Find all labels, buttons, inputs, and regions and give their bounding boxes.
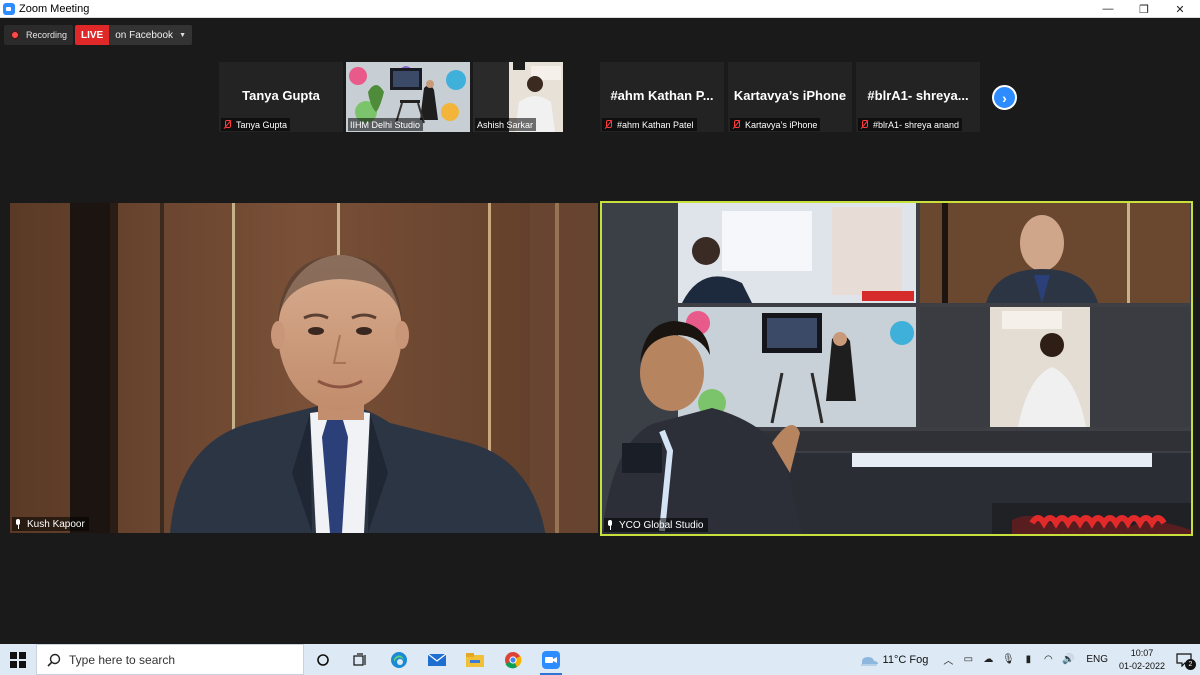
chrome-button[interactable] (494, 644, 532, 675)
mic-icon (14, 519, 23, 529)
participant-thumbnail[interactable]: Kartavya’s iPhone Kartavya’s iPhone (728, 62, 852, 132)
task-view-button[interactable] (342, 644, 380, 675)
participant-label: Tanya Gupta (221, 118, 291, 131)
chrome-icon (505, 651, 522, 668)
taskbar: Type here to search 11°C Fog ︿ ▭ ☁ 🎙 ▮ ◠… (0, 644, 1200, 675)
chevron-up-icon[interactable]: ︿ (941, 653, 955, 667)
cortana-button[interactable] (304, 644, 342, 675)
live-destination-dropdown[interactable]: on Facebook ▼ (109, 25, 192, 45)
participant-label: IIHM Delhi Studio (348, 118, 424, 131)
video-name-label: YCO Global Studio (604, 518, 708, 532)
participant-video (602, 203, 1191, 534)
zoom-icon (542, 650, 560, 669)
participant-label-text: #blrA1- shreya anand (873, 119, 960, 130)
mic-icon (606, 520, 615, 530)
participant-label: #ahm Kathan Patel (602, 118, 697, 131)
mic-muted-icon (223, 119, 232, 130)
windows-logo-icon (10, 651, 26, 668)
mail-icon (428, 653, 446, 666)
search-placeholder: Type here to search (69, 652, 176, 667)
recording-indicator[interactable]: Recording (4, 25, 74, 45)
taskbar-search-input[interactable]: Type here to search (36, 644, 304, 675)
chevron-right-icon: › (1002, 89, 1007, 106)
battery-icon[interactable]: ▮ (1021, 653, 1035, 667)
edge-icon (391, 651, 407, 668)
system-tray: 11°C Fog ︿ ▭ ☁ 🎙 ▮ ◠ 🔊 ENG 10:07 01-02-2… (859, 644, 1200, 675)
input-language[interactable]: ENG (1086, 654, 1108, 665)
video-name-text: YCO Global Studio (619, 519, 704, 531)
caret-down-icon: ▼ (179, 31, 186, 39)
meeting-stage: Recording LIVE on Facebook ▼ Tanya Gupta… (0, 18, 1200, 644)
participant-label-text: IIHM Delhi Studio (350, 119, 421, 130)
volume-icon[interactable]: 🔊 (1061, 653, 1075, 667)
close-button[interactable]: ✕ (1162, 0, 1198, 18)
zoom-app-icon (3, 2, 15, 15)
file-explorer-button[interactable] (456, 644, 494, 675)
mic-muted-icon (732, 119, 741, 130)
participant-name: Kartavya’s iPhone (733, 88, 847, 103)
edge-button[interactable] (380, 644, 418, 675)
participant-label: Kartavya’s iPhone (730, 118, 821, 131)
participant-label: Ashish Sarkar (475, 118, 537, 131)
onedrive-icon[interactable]: ☁ (981, 653, 995, 667)
video-name-label: Kush Kapoor (12, 517, 89, 531)
participant-label-text: Tanya Gupta (236, 119, 288, 130)
participant-name: #ahm Kathan P... (610, 88, 714, 103)
mail-button[interactable] (418, 644, 456, 675)
start-button[interactable] (0, 644, 36, 675)
weather-text[interactable]: 11°C Fog (883, 654, 929, 666)
meet-now-icon[interactable]: ▭ (961, 653, 975, 667)
recording-dot-icon (10, 30, 20, 40)
restore-button[interactable]: ❐ (1126, 0, 1162, 18)
main-video-tile[interactable]: Kush Kapoor (10, 203, 598, 533)
participant-video (10, 203, 598, 533)
recording-label: Recording (26, 30, 68, 40)
fog-weather-icon (860, 656, 878, 665)
minimize-button[interactable]: — (1090, 0, 1126, 18)
search-icon (47, 653, 61, 667)
participant-thumbnail[interactable]: IIHM Delhi Studio (346, 62, 470, 132)
participant-thumbnail[interactable]: #blrA1- shreya... #blrA1- shreya anand (856, 62, 980, 132)
clock-date: 01-02-2022 (1118, 660, 1166, 671)
zoom-button[interactable] (532, 644, 570, 675)
cortana-icon (317, 653, 329, 666)
participant-name: #blrA1- shreya... (867, 88, 969, 103)
task-view-icon (353, 652, 366, 666)
participant-label: #blrA1- shreya anand (858, 118, 963, 131)
participant-label-text: Kartavya’s iPhone (745, 119, 818, 130)
clock[interactable]: 10:07 01-02-2022 (1116, 647, 1168, 673)
active-speaker-video-tile[interactable]: YCO Global Studio (600, 201, 1193, 536)
notification-center-button[interactable]: 2 (1171, 644, 1197, 675)
notification-badge: 2 (1185, 659, 1196, 670)
mic-muted-icon (860, 119, 869, 130)
participant-label-text: #ahm Kathan Patel (617, 119, 694, 130)
window-title: Zoom Meeting (19, 2, 90, 15)
participant-thumbnail[interactable]: Tanya Gupta Tanya Gupta (219, 62, 343, 132)
window-titlebar: Zoom Meeting — ❐ ✕ (0, 0, 1200, 18)
live-badge: LIVE (75, 25, 110, 45)
clock-time: 10:07 (1130, 647, 1154, 658)
participant-thumbnail[interactable]: Ashish Sarkar (473, 62, 563, 132)
video-name-text: Kush Kapoor (27, 518, 85, 530)
participant-thumbnail[interactable]: #ahm Kathan P... #ahm Kathan Patel (600, 62, 724, 132)
participant-name: Tanya Gupta (242, 88, 320, 103)
mic-muted-icon (604, 119, 613, 130)
file-explorer-icon (466, 652, 484, 667)
microphone-icon[interactable]: 🎙 (1001, 653, 1015, 667)
wifi-icon[interactable]: ◠ (1041, 653, 1055, 667)
live-destination-label: on Facebook (115, 29, 174, 41)
next-page-button[interactable]: › (992, 85, 1017, 110)
participant-label-text: Ashish Sarkar (477, 119, 534, 130)
live-stream-indicator[interactable]: LIVE on Facebook ▼ (75, 25, 192, 45)
